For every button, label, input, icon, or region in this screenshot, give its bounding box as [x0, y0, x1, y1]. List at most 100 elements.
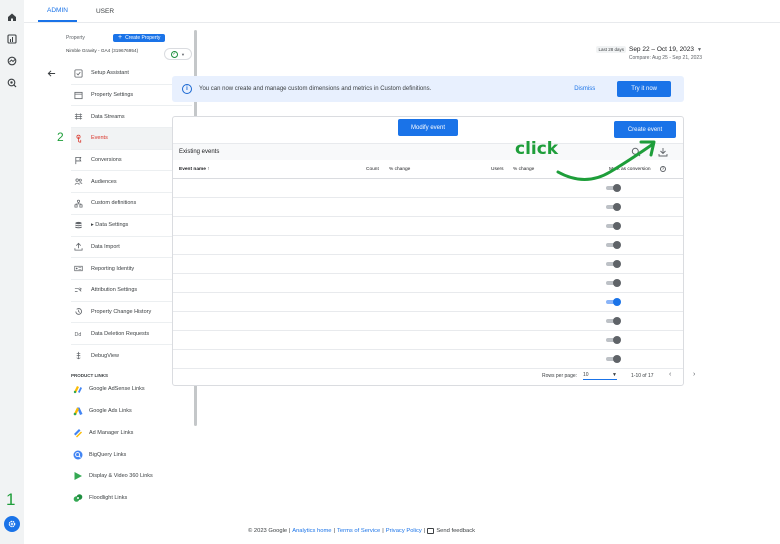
ad-manager-icon	[74, 428, 82, 438]
sidebar-item-label: Conversions	[91, 157, 122, 164]
create-property-button[interactable]: + Create Property	[113, 34, 166, 42]
sidebar-item-label: Property Settings	[91, 92, 134, 99]
conversion-toggle[interactable]	[606, 203, 621, 211]
modify-event-button[interactable]: Modify event	[398, 119, 458, 136]
table-row[interactable]	[173, 198, 683, 217]
info-banner: i You can now create and manage custom d…	[172, 76, 684, 102]
sidebar-link-label: Google Ads Links	[89, 408, 132, 415]
home-icon[interactable]	[5, 10, 19, 24]
conversion-toggle[interactable]	[606, 279, 621, 287]
toggle-knob	[613, 241, 621, 249]
table-pagination: Rows per page: 10 ▼ 1-10 of 17 ‹ ›	[173, 368, 695, 385]
settings-box-icon	[71, 90, 85, 100]
table-row[interactable]	[173, 255, 683, 274]
sidebar-link-label: Floodlight Links	[89, 494, 128, 501]
pagination-range: 1-10 of 17	[631, 373, 654, 379]
table-row[interactable]	[173, 293, 683, 312]
audiences-icon	[71, 177, 85, 187]
column-users[interactable]: Users	[491, 167, 504, 172]
events-table-body	[173, 179, 683, 369]
footer-copyright: © 2023 Google |	[248, 528, 291, 534]
conversion-toggle[interactable]	[606, 317, 621, 325]
sidebar-link-bigquery[interactable]: BigQuery Links	[71, 444, 192, 466]
advertising-icon[interactable]	[5, 76, 19, 90]
rows-per-page-select[interactable]: 10 ▼	[583, 371, 617, 380]
table-row[interactable]	[173, 350, 683, 369]
sidebar-item-label: Data Deletion Requests	[91, 330, 150, 337]
footer-separator: |	[333, 528, 336, 534]
custom-definitions-icon	[71, 198, 85, 208]
sidebar-item-label: Reporting Identity	[91, 265, 135, 272]
sidebar-item-label: Data Import	[91, 243, 120, 250]
svg-text:Dd: Dd	[74, 332, 81, 338]
dismiss-button[interactable]: Dismiss	[574, 86, 595, 92]
footer-privacy-link[interactable]: Privacy Policy	[386, 528, 422, 534]
identity-icon	[71, 264, 85, 274]
sidebar-link-google-ads[interactable]: Google Ads Links	[71, 400, 192, 422]
sidebar-item-label: Attribution Settings	[91, 287, 138, 294]
admin-gear-button[interactable]	[4, 516, 20, 532]
chevron-down-icon: ▼	[181, 51, 185, 57]
sidebar-item-label: ▸ Data Settings	[91, 222, 129, 229]
column-count-change[interactable]: % change	[389, 167, 410, 172]
column-count[interactable]: Count	[366, 167, 379, 172]
upload-icon	[71, 242, 85, 252]
chevron-down-icon: ▼	[612, 372, 617, 378]
tab-user[interactable]: USER	[87, 0, 123, 22]
conversion-toggle[interactable]	[606, 298, 621, 306]
sidebar-link-label: Display & Video 360 Links	[89, 473, 153, 480]
table-row[interactable]	[173, 312, 683, 331]
table-row[interactable]	[173, 217, 683, 236]
table-row[interactable]	[173, 236, 683, 255]
try-it-now-button[interactable]: Try it now	[617, 81, 671, 97]
sidebar-link-floodlight[interactable]: Floodlight Links	[71, 487, 192, 509]
footer-terms-link[interactable]: Terms of Service	[337, 528, 380, 534]
sidebar-item-label: Audiences	[91, 178, 117, 185]
footer-separator: |	[382, 528, 384, 534]
page-footer: © 2023 Google | Analytics home | Terms o…	[248, 528, 475, 534]
toggle-knob	[613, 279, 621, 287]
conversion-toggle[interactable]	[606, 241, 621, 249]
gear-icon	[8, 520, 16, 528]
column-event-name[interactable]: Event name ↑	[179, 167, 210, 172]
date-range-picker[interactable]: Last 28 days Sep 22 – Oct 19, 2023 ▼ Com…	[596, 46, 702, 61]
banner-text: You can now create and manage custom dim…	[199, 86, 432, 92]
chevron-right-icon[interactable]: ›	[693, 371, 695, 378]
tabs-divider	[24, 22, 780, 23]
debug-icon	[71, 351, 85, 361]
annotation-arrow	[556, 140, 656, 181]
check-circle-icon: ✓	[171, 50, 179, 58]
explore-icon[interactable]	[5, 54, 19, 68]
toggle-knob	[613, 203, 621, 211]
column-users-change[interactable]: % change	[513, 167, 534, 172]
reports-icon[interactable]	[5, 32, 19, 46]
history-icon	[71, 307, 85, 317]
tab-admin[interactable]: ADMIN	[38, 0, 77, 22]
footer-separator: |	[423, 528, 426, 534]
annotation-step-1: 1	[6, 490, 16, 509]
admin-sidebar: Property + Create Property Nimble Gravit…	[42, 30, 192, 526]
table-row[interactable]	[173, 331, 683, 350]
sidebar-link-dv360[interactable]: Display & Video 360 Links	[71, 465, 192, 487]
back-arrow-icon[interactable]	[45, 67, 57, 79]
chevron-left-icon[interactable]: ‹	[669, 371, 671, 378]
left-rail: 1	[0, 0, 24, 544]
sidebar-item-label: Data Streams	[91, 113, 125, 120]
deletion-icon: Dd	[71, 329, 85, 339]
conversion-toggle[interactable]	[606, 336, 621, 344]
sidebar-link-ad-manager[interactable]: Ad Manager Links	[71, 422, 192, 444]
date-range-text: Sep 22 – Oct 19, 2023	[628, 46, 695, 53]
conversion-toggle[interactable]	[606, 355, 621, 363]
property-selector[interactable]: Nimble Gravity - GA4 (319676954)	[66, 48, 138, 53]
annotation-click: click	[515, 139, 559, 159]
status-dropdown[interactable]: ✓ ▼	[164, 48, 192, 60]
toggle-knob	[613, 260, 621, 268]
table-row[interactable]	[173, 274, 683, 293]
floodlight-icon	[73, 494, 83, 502]
footer-feedback-link[interactable]: Send feedback	[436, 528, 475, 534]
footer-analytics-home-link[interactable]: Analytics home	[292, 528, 331, 534]
conversion-toggle[interactable]	[606, 222, 621, 230]
toggle-knob	[613, 222, 621, 230]
conversion-toggle[interactable]	[606, 260, 621, 268]
create-property-label: Create Property	[125, 35, 161, 41]
